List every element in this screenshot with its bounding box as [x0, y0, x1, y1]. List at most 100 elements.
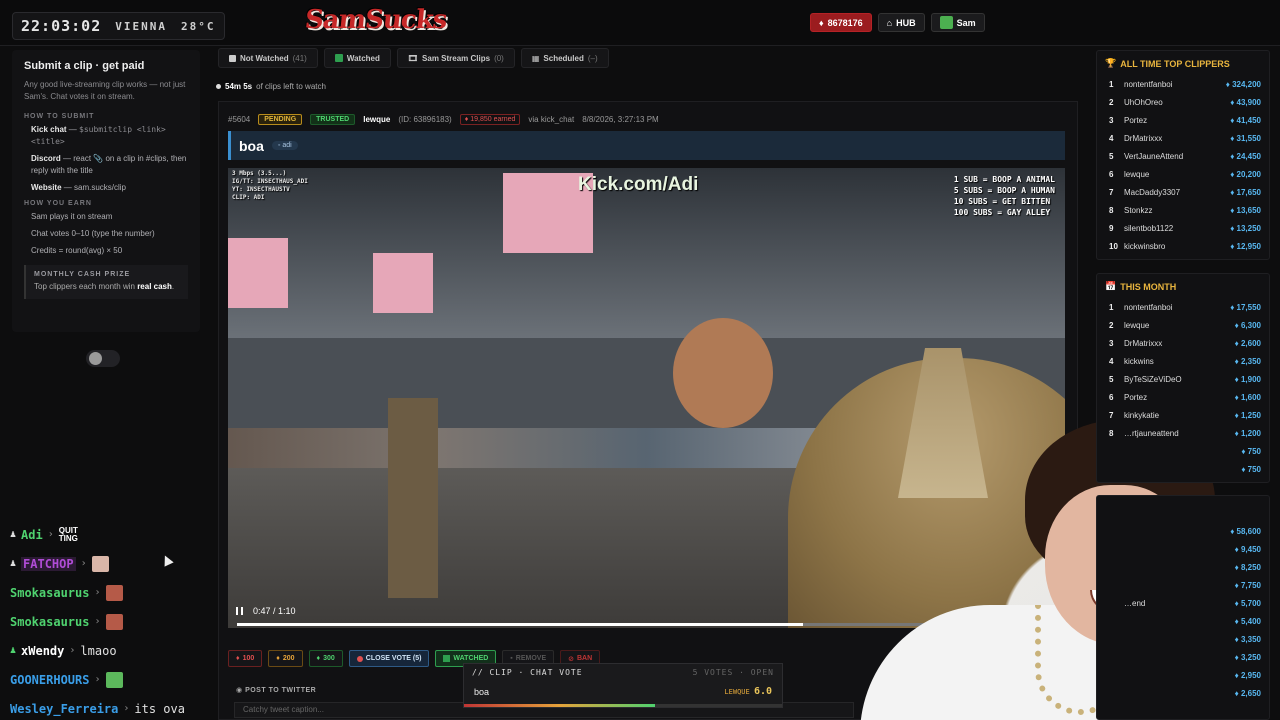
leaderboard-row[interactable]: ♦ 2,650	[1097, 684, 1269, 702]
leaderboard-row[interactable]: 10 kickwinsbro ♦ 12,950	[1097, 237, 1269, 255]
leaderboard-rank: 6	[1109, 169, 1114, 179]
leaderboard-amount: ♦ 31,550	[1230, 133, 1261, 143]
leaderboard-amount: ♦ 750	[1241, 446, 1261, 456]
credits-badge[interactable]: ♦ 8678176	[810, 13, 872, 32]
chat-text: its ova	[134, 701, 185, 716]
leaderboard-row[interactable]: 4 kickwins ♦ 2,350	[1097, 352, 1269, 370]
submitter-id: (ID: 63896183)	[398, 115, 452, 124]
clip-channel-tag[interactable]: ◦ adi	[271, 141, 298, 150]
leaderboard-name: …end	[1124, 598, 1146, 608]
leaderboard-row[interactable]: ♦ 8,250	[1097, 558, 1269, 576]
vote-300-button[interactable]: ♦ 300	[308, 650, 343, 667]
leaderboard-row[interactable]: 8 Stonkzz ♦ 13,650	[1097, 201, 1269, 219]
hub-button[interactable]: ⌂ HUB	[877, 13, 925, 32]
tab-sam-stream-clips[interactable]: 🎞 Sam Stream Clips (0)	[396, 48, 515, 68]
leaderboard-rank: 9	[1109, 223, 1114, 233]
leaderboard-row[interactable]: 5 VertJauneAttend ♦ 24,450	[1097, 147, 1269, 165]
leaderboard-amount: ♦ 2,950	[1234, 670, 1261, 680]
leaderboard-amount: ♦ 41,450	[1230, 115, 1261, 125]
leaderboard-row[interactable]: 2 lewque ♦ 6,300	[1097, 316, 1269, 334]
vote-score: LEWQUE 6.0	[724, 686, 772, 697]
leaderboard-row[interactable]: 8 …rtjauneattend ♦ 1,200	[1097, 424, 1269, 442]
vote-score-fill	[464, 704, 655, 707]
chat-username: FATCHOP	[21, 556, 76, 571]
leaderboard-row[interactable]: ♦ 58,600	[1097, 522, 1269, 540]
leaderboard-row[interactable]: ♦ 3,250	[1097, 648, 1269, 666]
discord-instruction: Discord — react 📎 on a clip in #clips, t…	[24, 153, 188, 177]
vote-100-button[interactable]: ♦ 100	[228, 650, 263, 667]
earn-step-2: Chat votes 0–10 (type the number)	[31, 229, 155, 238]
submit-clip-panel: Submit a clip · get paid Any good live-s…	[12, 50, 200, 332]
site-logo[interactable]: SamSucks	[303, 5, 447, 35]
leaderboard-row[interactable]: 1 nontentfanboi ♦ 324,200	[1097, 75, 1269, 93]
leaderboard-row[interactable]: 1 nontentfanboi ♦ 17,550	[1097, 298, 1269, 316]
leaderboard-rank: 4	[1109, 356, 1114, 366]
leaderboard-row[interactable]: 3 DrMatrixxx ♦ 2,600	[1097, 334, 1269, 352]
earn-step-3: Credits = round(avg) × 50	[31, 246, 123, 255]
video-scene	[388, 398, 438, 598]
tab-scheduled[interactable]: ▦ Scheduled (–)	[520, 48, 609, 68]
leaderboard-amount: ♦ 24,450	[1230, 151, 1261, 161]
leaderboard-rank: 5	[1109, 374, 1114, 384]
website-link[interactable]: — sam.sucks/clip	[64, 183, 126, 192]
clip-tabs: Not Watched (41) Watched 🎞 Sam Stream Cl…	[218, 48, 609, 68]
leaderboard-row[interactable]: ♦ 750	[1097, 460, 1269, 478]
prize-text-bold: real cash	[137, 282, 172, 291]
leaderboard-row[interactable]: ♦ 3,350	[1097, 630, 1269, 648]
leaderboard-name: ByTeSiZeViDeO	[1124, 374, 1182, 384]
leaderboard-row[interactable]: 5 ByTeSiZeViDeO ♦ 1,900	[1097, 370, 1269, 388]
leaderboard-row[interactable]: 7 kinkykatie ♦ 1,250	[1097, 406, 1269, 424]
leaderboard-row[interactable]: 4 DrMatrixxx ♦ 31,550	[1097, 129, 1269, 147]
leaderboard-amount: ♦ 9,450	[1234, 544, 1261, 554]
leaderboard-row[interactable]: 3 Portez ♦ 41,450	[1097, 111, 1269, 129]
website-instruction: Website — sam.sucks/clip	[24, 182, 188, 194]
chat-message: ♟ Adi › QUIT TING	[0, 520, 215, 549]
video-rule: 100 SUBS = GAY ALLEY	[953, 208, 1051, 217]
leaderboard-row[interactable]: ♦ 7,750	[1097, 576, 1269, 594]
leaderboard-amount: ♦ 5,700	[1234, 598, 1261, 608]
toggle-knob	[89, 352, 102, 365]
leaderboard-row[interactable]: ♦ 2,950	[1097, 666, 1269, 684]
leaderboard-amount: ♦ 1,600	[1234, 392, 1261, 402]
tab-watched[interactable]: Watched	[323, 48, 391, 68]
leaderboard-row[interactable]: …end ♦ 5,700	[1097, 594, 1269, 612]
button-label: BAN	[577, 655, 593, 662]
chat-text: lmaoo	[80, 643, 117, 658]
time-left-value: 54m 5s	[225, 82, 253, 91]
leaderboard-rank: 1	[1109, 302, 1114, 312]
submission-date: 8/8/2026, 3:27:13 PM	[582, 115, 659, 124]
leaderboard-row[interactable]: 7 MacDaddy3307 ♦ 17,650	[1097, 183, 1269, 201]
tab-count: (0)	[494, 53, 504, 63]
leaderboard-row[interactable]: ♦ 9,450	[1097, 540, 1269, 558]
leaderboard-title: 📅 THIS MONTH	[1097, 274, 1269, 298]
leaderboard-row[interactable]: 2 UhOhOreo ♦ 43,900	[1097, 93, 1269, 111]
leaderboard-amount: ♦ 17,550	[1230, 302, 1261, 312]
close-vote-button[interactable]: CLOSE VOTE (5)	[348, 650, 430, 667]
tab-not-watched[interactable]: Not Watched (41)	[218, 48, 318, 68]
avatar	[939, 16, 953, 29]
leaderboard-rows: ♦ 58,600 ♦ 9,450 ♦ 8,250 ♦ 7,750 …end ♦ 5,700…	[1097, 522, 1269, 702]
leaderboard-name: Portez	[1124, 115, 1148, 125]
submitter-name[interactable]: lewque	[363, 115, 390, 124]
website-label: Website	[31, 183, 62, 192]
vote-200-button[interactable]: ♦ 200	[268, 650, 303, 667]
leaderboard-row[interactable]: 6 Portez ♦ 1,600	[1097, 388, 1269, 406]
leaderboard-row[interactable]: 9 silentbob1122 ♦ 13,250	[1097, 219, 1269, 237]
ban-icon: ⊘	[568, 655, 574, 663]
leaderboard-row[interactable]: ♦ 5,400	[1097, 612, 1269, 630]
leaderboard-title-text: ALL TIME TOP CLIPPERS	[1120, 58, 1230, 69]
user-menu-button[interactable]: Sam	[930, 13, 985, 32]
leaderboard-name: Portez	[1124, 392, 1148, 402]
chevron-right-icon: ›	[94, 587, 101, 598]
leaderboard-amount: ♦ 6,300	[1234, 320, 1261, 330]
leaderboard-name: VertJauneAttend	[1124, 151, 1184, 161]
credits-value: 8678176	[827, 17, 863, 28]
leaderboard-rank: 6	[1109, 392, 1114, 402]
trash-icon: ▪	[510, 655, 513, 662]
leaderboard-row[interactable]: 6 lewque ♦ 20,200	[1097, 165, 1269, 183]
pause-icon[interactable]	[236, 607, 243, 615]
leaderboard-amount: ♦ 750	[1241, 464, 1261, 474]
leaderboard-title-text: THIS MONTH	[1120, 281, 1177, 292]
theme-toggle[interactable]	[86, 350, 120, 367]
leaderboard-row[interactable]: ♦ 750	[1097, 442, 1269, 460]
